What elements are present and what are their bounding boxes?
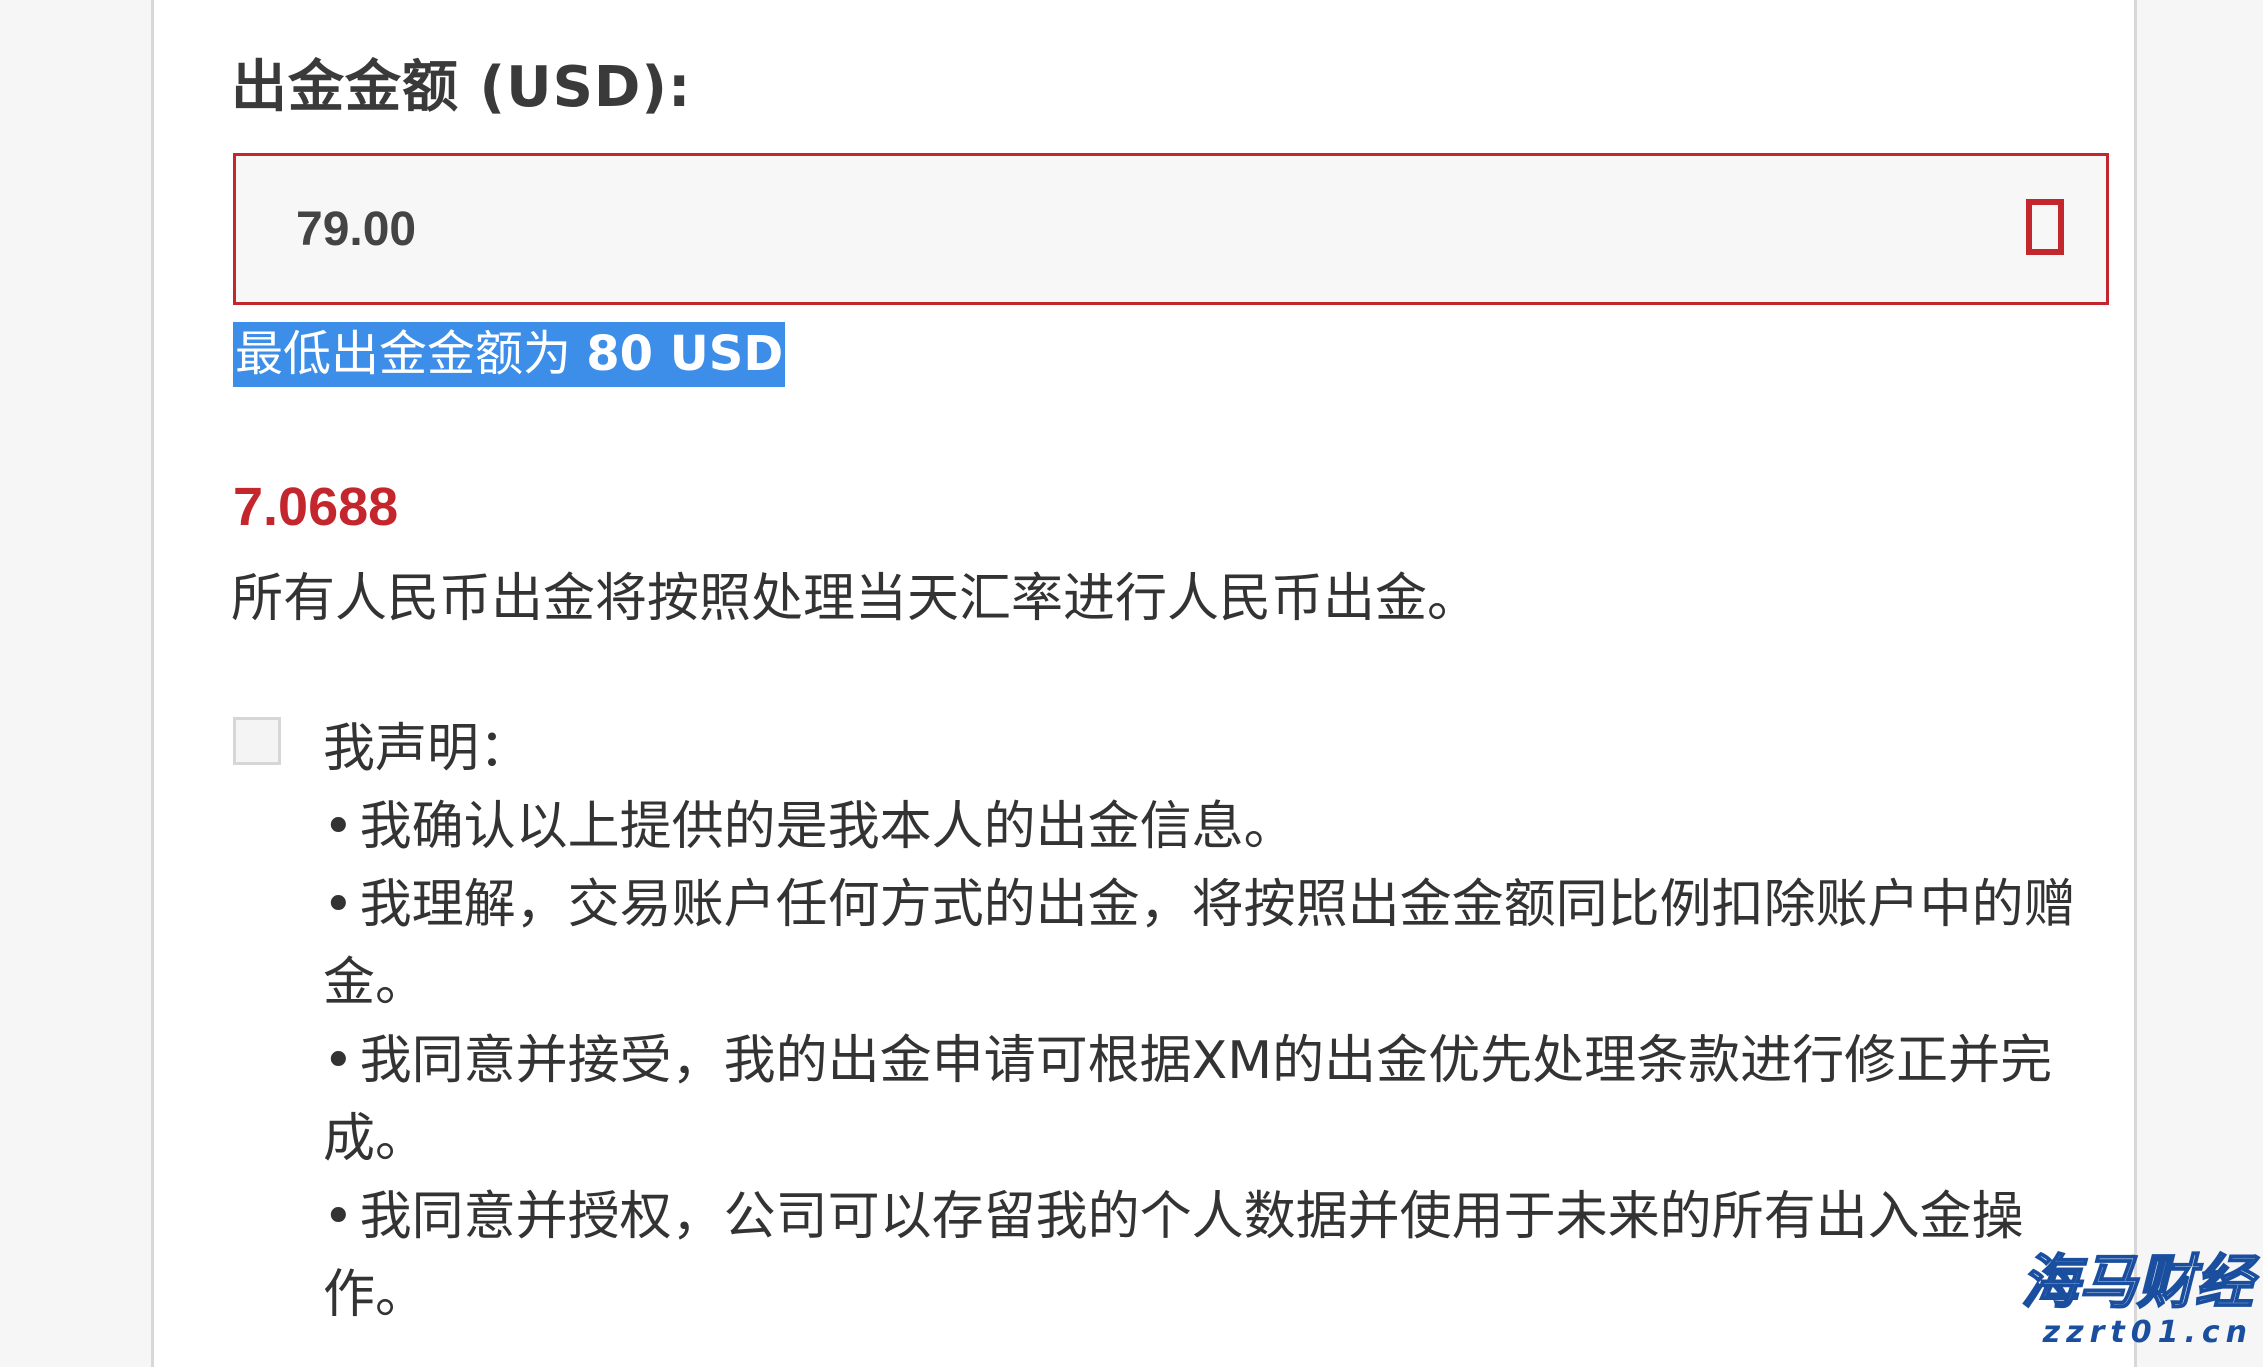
withdrawal-page: 出金金额 (USD): 最低出金金额为 80 USD 7.0688 所有人民币出… [0,0,2263,1367]
declaration-item-text: 我理解，交易账户任何方式的出金，将按照出金金额同比例扣除账户中的赠金。 [323,875,2076,1013]
watermark-sub: zzrt01.cn [2042,1315,2253,1350]
declaration-item: • 我同意并授权，公司可以存留我的个人数据并使用于未来的所有出入金操作。 [323,1178,2103,1334]
error-message-amount: 80 USD [586,326,784,382]
declaration-item: • 我确认以上提供的是我本人的出金信息。 [323,788,2103,866]
bullet-icon: • [323,875,354,935]
error-message-prefix: 最低出金金额为 [235,326,587,382]
bullet-icon: • [323,1031,354,1091]
declaration-title: 我声明： [323,719,532,779]
minimum-amount-error: 最低出金金额为 80 USD [233,322,786,387]
bullet-icon: • [323,1187,354,1247]
amount-input[interactable] [296,156,1896,302]
watermark-main: 海马财经 [2020,1248,2254,1316]
declaration-item: • 我同意并接受，我的出金申请可根据XM的出金优先处理条款进行修正并完成。 [323,1022,2103,1178]
declaration-item-text: 我同意并授权，公司可以存留我的个人数据并使用于未来的所有出入金操作。 [323,1187,2024,1325]
bullet-icon: • [323,797,354,857]
declaration-item-text: 我同意并接受，我的出金申请可根据XM的出金优先处理条款进行修正并完成。 [323,1031,2053,1169]
declaration-item: • 我理解，交易账户任何方式的出金，将按照出金金额同比例扣除账户中的赠金。 [323,866,2103,1022]
declaration-text: 我声明： • 我确认以上提供的是我本人的出金信息。 • 我理解，交易账户任何方式的出… [323,710,2103,1334]
amount-input-container[interactable] [233,153,2109,305]
exchange-rate-value: 7.0688 [233,477,399,537]
watermark-logo: 海马财经 zzrt01.cn [2008,1248,2254,1359]
error-indicator-icon [2026,199,2064,255]
declaration-checkbox[interactable] [233,717,281,765]
amount-label: 出金金额 (USD): [231,55,692,120]
declaration-item-text: 我确认以上提供的是我本人的出金信息。 [359,797,1296,857]
exchange-rate-note: 所有人民币出金将按照处理当天汇率进行人民币出金。 [231,569,1480,629]
